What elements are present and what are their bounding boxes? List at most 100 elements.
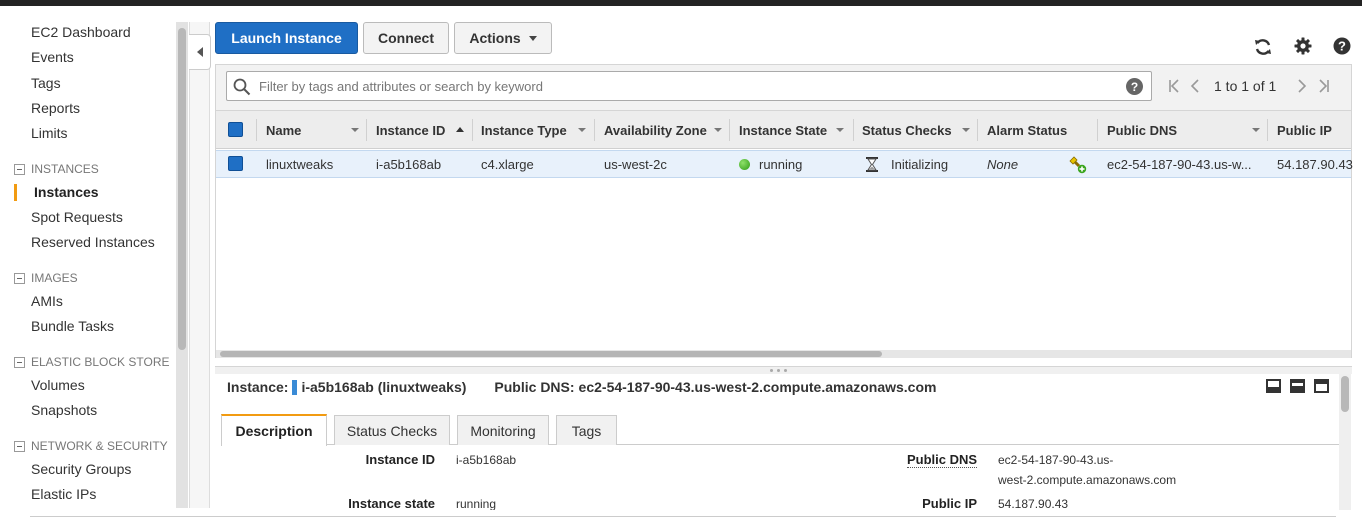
column-separator: [366, 119, 367, 141]
search-box[interactable]: ?: [226, 71, 1152, 101]
next-page-icon[interactable]: [1297, 79, 1307, 98]
actions-dropdown-button[interactable]: Actions: [454, 22, 552, 54]
column-header-instance-type[interactable]: Instance Type: [481, 111, 567, 149]
refresh-icon[interactable]: [1253, 37, 1273, 57]
cell-instance-state: running: [739, 151, 802, 178]
tab-status-checks[interactable]: Status Checks: [334, 415, 450, 445]
sidebar-item-spot-requests[interactable]: Spot Requests: [31, 209, 123, 225]
table-horizontal-scrollbar[interactable]: [216, 350, 1351, 358]
sort-icon[interactable]: [714, 128, 722, 132]
public-dns-field-label: Public DNS: [907, 452, 978, 468]
search-help-icon[interactable]: ?: [1126, 78, 1143, 95]
section-title: ELASTIC BLOCK STORE: [31, 355, 170, 369]
instance-state-text: running: [759, 157, 803, 172]
sidebar-item-bundle-tasks[interactable]: Bundle Tasks: [31, 318, 114, 334]
chevron-left-icon: [196, 47, 203, 57]
help-icon[interactable]: ?: [1332, 36, 1352, 56]
sidebar-item-elastic-ips[interactable]: Elastic IPs: [31, 486, 96, 502]
sidebar-item-events[interactable]: Events: [31, 49, 74, 65]
horizontal-scroll-thumb[interactable]: [220, 351, 882, 357]
public-dns-label: Public DNS:: [494, 379, 575, 395]
field-label-public-dns: Public DNS: [907, 452, 978, 468]
grip-icon: [770, 369, 787, 372]
launch-instance-button[interactable]: Launch Instance: [215, 22, 358, 54]
active-indicator: [14, 184, 17, 201]
sidebar-item-reports[interactable]: Reports: [31, 100, 80, 116]
section-instances[interactable]: INSTANCES: [14, 162, 99, 176]
sort-icon[interactable]: [962, 128, 970, 132]
sort-icon[interactable]: [1252, 128, 1260, 132]
section-title: NETWORK & SECURITY: [31, 439, 168, 453]
top-bar: [0, 0, 1362, 6]
detail-scrollbar[interactable]: [1339, 374, 1351, 510]
last-page-icon[interactable]: [1318, 79, 1330, 98]
first-page-icon[interactable]: [1168, 79, 1180, 98]
section-images[interactable]: IMAGES: [14, 271, 78, 285]
select-all-checkbox[interactable]: [228, 122, 243, 137]
collapse-sidebar-button[interactable]: [189, 34, 211, 70]
section-elastic-block-store[interactable]: ELASTIC BLOCK STORE: [14, 355, 170, 369]
sidebar-item-volumes[interactable]: Volumes: [31, 377, 85, 393]
tab-tags[interactable]: Tags: [556, 415, 617, 445]
column-header-public-ip[interactable]: Public IP: [1277, 111, 1332, 149]
column-header-public-dns[interactable]: Public DNS: [1107, 111, 1177, 149]
collapse-icon: [14, 356, 25, 368]
status-checks-text: Initializing: [891, 157, 949, 172]
detail-tabs: Description Status Checks Monitoring Tag…: [221, 414, 1339, 446]
field-value-public-ip: 54.187.90.43: [998, 497, 1069, 510]
column-header-alarm-status[interactable]: Alarm Status: [987, 111, 1067, 149]
collapse-icon: [14, 272, 25, 284]
cell-status-checks: Initializing: [866, 151, 948, 178]
column-header-name[interactable]: Name: [266, 111, 301, 149]
field-value-instance-state: running: [456, 497, 497, 510]
column-header-instance-state[interactable]: Instance State: [739, 111, 827, 149]
sidebar-item-instances[interactable]: Instances: [34, 184, 99, 200]
detail-header: Instance: i-a5b168ab (linuxtweaks) Publi…: [227, 379, 936, 395]
connect-button[interactable]: Connect: [363, 22, 449, 54]
instance-label: Instance:: [227, 379, 289, 395]
sidebar-scroll-thumb[interactable]: [178, 28, 186, 350]
column-separator: [594, 119, 595, 141]
sort-ascending-icon[interactable]: [456, 127, 464, 132]
sort-icon[interactable]: [578, 128, 586, 132]
table-row[interactable]: linuxtweaks i-a5b168ab c4.xlarge us-west…: [216, 150, 1353, 178]
sort-icon[interactable]: [351, 128, 359, 132]
prev-page-icon[interactable]: [1190, 79, 1200, 98]
sidebar-item-reserved-instances[interactable]: Reserved Instances: [31, 234, 155, 250]
collapse-icon: [14, 163, 25, 175]
search-icon: [233, 78, 251, 101]
hourglass-icon: [866, 157, 878, 172]
gear-icon[interactable]: [1293, 36, 1313, 56]
panel-layout-full-icon[interactable]: [1314, 379, 1329, 393]
tab-description[interactable]: Description: [221, 414, 327, 446]
cell-instance-id: i-a5b168ab: [376, 157, 442, 172]
column-separator: [1097, 119, 1098, 141]
search-input[interactable]: [257, 73, 1117, 99]
panel-layout-half-icon[interactable]: [1290, 379, 1305, 393]
instance-detail-panel: Instance: i-a5b168ab (linuxtweaks) Publi…: [215, 374, 1352, 510]
column-header-instance-id[interactable]: Instance ID: [376, 111, 445, 149]
collapse-icon: [14, 440, 25, 452]
column-header-availability-zone[interactable]: Availability Zone: [604, 111, 707, 149]
sidebar-divider: [189, 22, 210, 508]
instances-panel: ? 1 to 1 of 1 Name Instance ID Instance …: [215, 64, 1353, 358]
create-alarm-icon[interactable]: [1069, 151, 1087, 178]
sidebar-item-amis[interactable]: AMIs: [31, 293, 63, 309]
panel-layout-bottom-icon[interactable]: [1266, 379, 1281, 393]
sidebar-item-limits[interactable]: Limits: [31, 125, 68, 141]
tab-monitoring[interactable]: Monitoring: [457, 415, 549, 445]
row-checkbox[interactable]: [228, 156, 243, 171]
chevron-down-icon: [528, 35, 537, 41]
column-header-status-checks[interactable]: Status Checks: [862, 111, 952, 149]
column-separator: [256, 119, 257, 141]
detail-scroll-thumb[interactable]: [1341, 376, 1349, 412]
sidebar-item-security-groups[interactable]: Security Groups: [31, 461, 131, 477]
sidebar-item-snapshots[interactable]: Snapshots: [31, 402, 97, 418]
section-network-security[interactable]: NETWORK & SECURITY: [14, 439, 168, 453]
field-value-public-dns-line1: ec2-54-187-90-43.us-: [998, 453, 1114, 467]
section-title: IMAGES: [31, 271, 78, 285]
sidebar-item-ec2-dashboard[interactable]: EC2 Dashboard: [31, 24, 131, 40]
sort-icon[interactable]: [836, 128, 844, 132]
sidebar-item-tags[interactable]: Tags: [31, 75, 61, 91]
panel-resize-handle[interactable]: [215, 366, 1352, 374]
